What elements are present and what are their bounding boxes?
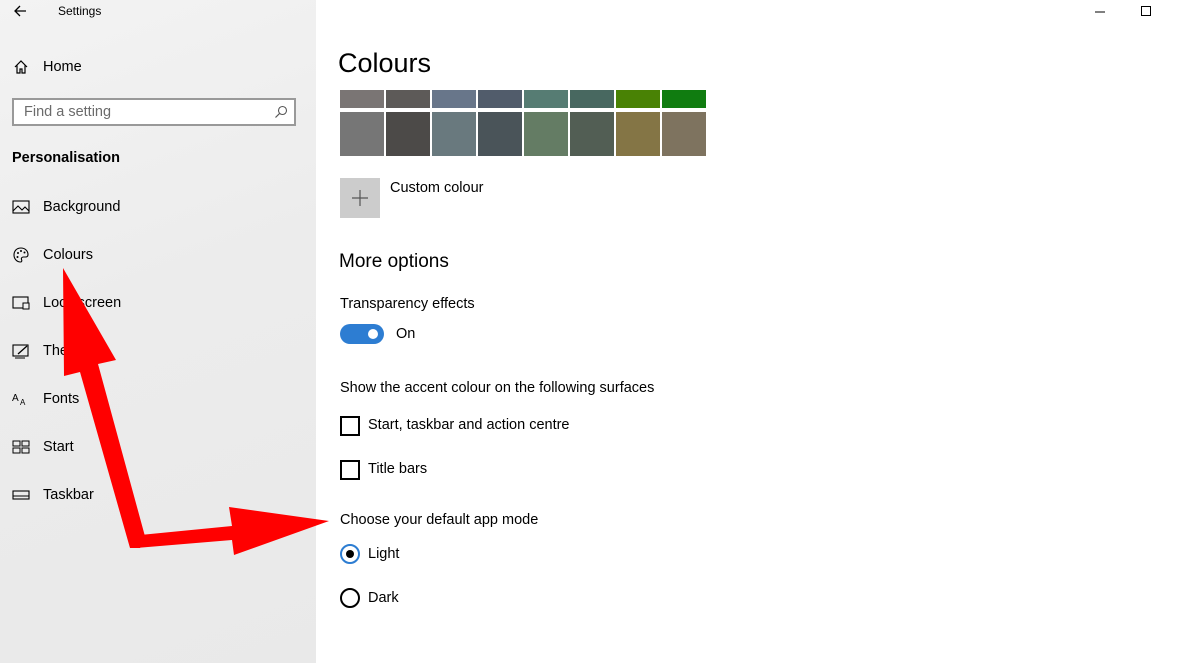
sidebar-item-label: Taskbar [43,487,94,503]
section-title: Personalisation [12,150,120,166]
minimize-icon [1095,11,1105,13]
lock-screen-icon [12,294,30,312]
themes-icon [12,342,30,360]
accent-surfaces-label: Show the accent colour on the following … [340,380,655,396]
toggle-knob [368,329,378,339]
sidebar-item-lock-screen[interactable]: Lock screen [12,289,121,317]
transparency-label: Transparency effects [340,296,475,312]
checkbox-start-taskbar-label[interactable]: Start, taskbar and action centre [368,417,570,433]
radio-light-label[interactable]: Light [368,546,399,562]
maximize-icon [1141,6,1151,16]
svg-text:A: A [12,393,19,404]
radio-selected-dot [346,550,354,558]
sidebar-item-label: Colours [43,247,93,263]
colour-swatch[interactable] [616,112,660,156]
taskbar-icon [12,486,30,504]
picture-icon [12,198,30,216]
radio-dark-label[interactable]: Dark [368,590,399,606]
sidebar-item-start[interactable]: Start [12,433,74,461]
plus-icon [352,190,368,206]
sidebar-item-background[interactable]: Background [12,193,120,221]
sidebar-item-label: Background [43,199,121,215]
maximize-button[interactable] [1136,2,1156,20]
search-box[interactable] [12,98,296,126]
colour-swatch[interactable] [570,90,614,108]
page-title: Colours [338,48,432,78]
sidebar-item-label: Start [43,439,74,455]
colour-swatch[interactable] [432,90,476,108]
sidebar: Settings Home Personalisation Background… [0,0,316,663]
colour-swatch[interactable] [616,90,660,108]
colour-swatch[interactable] [662,112,706,156]
colour-swatch[interactable] [432,112,476,156]
home-icon [12,58,30,76]
sidebar-item-home[interactable]: Home [12,53,82,81]
fonts-icon: AA [12,390,30,408]
colour-swatch[interactable] [340,112,384,156]
colour-swatch[interactable] [386,90,430,108]
radio-light[interactable] [340,544,360,564]
colour-swatch[interactable] [478,112,522,156]
colour-swatch[interactable] [570,112,614,156]
sidebar-item-label: Fonts [43,391,80,407]
colour-swatch[interactable] [524,90,568,108]
app-mode-label: Choose your default app mode [340,512,539,528]
sidebar-item-label: Themes [43,343,96,359]
sidebar-item-label: Lock screen [43,295,122,311]
sidebar-item-themes[interactable]: Themes [12,337,95,365]
transparency-state: On [396,326,416,342]
checkbox-start-taskbar[interactable] [340,416,360,436]
search-input[interactable] [14,100,274,124]
sidebar-item-taskbar[interactable]: Taskbar [12,481,94,509]
transparency-toggle[interactable] [340,324,384,344]
palette-icon [12,246,30,264]
colour-swatch[interactable] [340,90,384,108]
svg-text:A: A [20,398,26,407]
checkbox-title-bars[interactable] [340,460,360,480]
app-title: Settings [58,4,102,18]
custom-colour-label[interactable]: Custom colour [390,180,483,196]
colour-swatch[interactable] [662,90,706,108]
search-icon[interactable] [274,105,288,119]
start-icon [12,438,30,456]
colour-swatch[interactable] [478,90,522,108]
radio-dark[interactable] [340,588,360,608]
more-options-heading: More options [339,251,449,272]
back-button[interactable] [10,0,32,22]
checkbox-title-bars-label[interactable]: Title bars [368,461,427,477]
custom-colour-button[interactable] [340,178,380,218]
colour-swatch[interactable] [524,112,568,156]
sidebar-item-fonts[interactable]: AA Fonts [12,385,79,413]
sidebar-item-colours[interactable]: Colours [12,241,93,269]
sidebar-item-label: Home [43,59,82,75]
back-arrow-icon [14,5,26,17]
minimize-button[interactable] [1092,2,1112,20]
colour-swatch[interactable] [386,112,430,156]
